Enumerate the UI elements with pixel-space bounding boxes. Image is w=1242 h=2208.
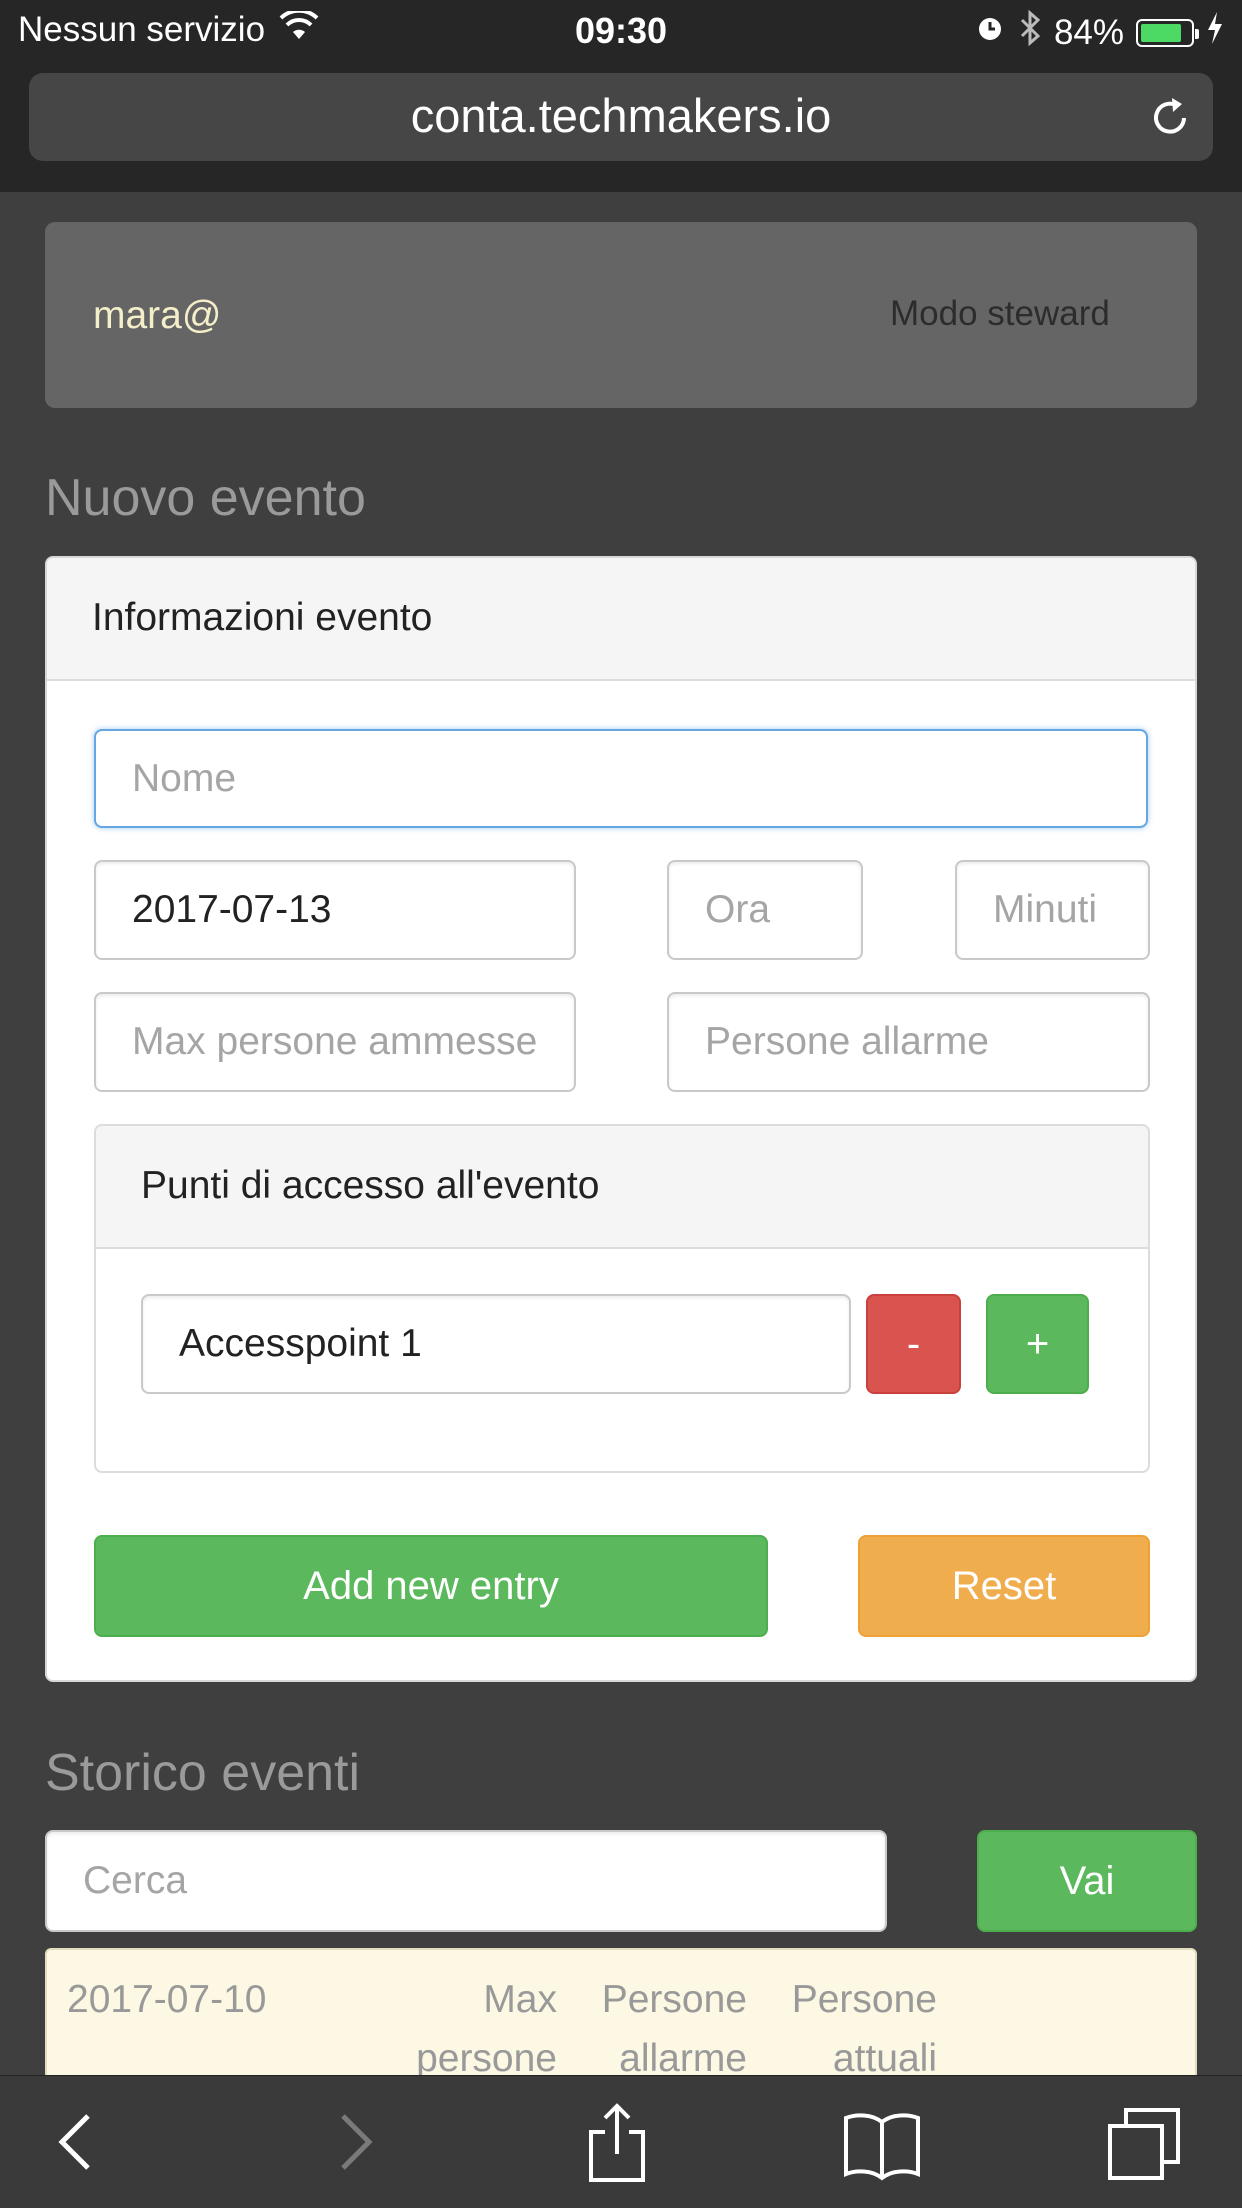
bluetooth-icon (1018, 9, 1042, 55)
reset-button[interactable]: Reset (858, 1535, 1150, 1637)
status-right: 84% (974, 9, 1224, 55)
url-text[interactable]: conta.techmakers.io (0, 88, 1242, 143)
history-row[interactable]: 2017-07-10 Max persone Persone allarme P… (45, 1948, 1197, 2088)
event-date-input[interactable]: 2017-07-13 (94, 860, 576, 960)
share-icon[interactable] (577, 2102, 657, 2182)
alarm-people-input[interactable]: Persone allarme (667, 992, 1150, 1092)
card-title: Informazioni evento (92, 596, 433, 639)
username[interactable]: mara@ (93, 294, 221, 338)
max-people-input[interactable]: Max persone ammesse (94, 992, 576, 1092)
remove-access-point-button[interactable]: - (866, 1294, 961, 1394)
event-name-input[interactable]: Nome (94, 729, 1148, 828)
steward-mode-link[interactable]: Modo steward (890, 294, 1110, 334)
add-new-entry-button[interactable]: Add new entry (94, 1535, 768, 1637)
access-points-panel: Punti di accesso all'evento Accesspoint … (94, 1124, 1150, 1473)
event-info-card: Informazioni evento Nome 2017-07-13 Ora … (45, 556, 1197, 1682)
back-icon[interactable] (38, 2102, 118, 2182)
history-col-current-line1: Persone (791, 1978, 937, 2021)
history-col-max-people: Max persone (347, 1970, 557, 2086)
alarm-clock-icon (974, 12, 1006, 53)
history-col-current: Persone attuali (737, 1970, 937, 2086)
history-date: 2017-07-10 (67, 1978, 267, 2021)
event-hour-input[interactable]: Ora (667, 860, 863, 960)
add-access-point-button[interactable]: + (986, 1294, 1089, 1394)
access-points-title: Punti di accesso all'evento (141, 1164, 600, 1207)
event-minute-input[interactable]: Minuti (955, 860, 1150, 960)
search-go-button[interactable]: Vai (977, 1830, 1197, 1932)
tabs-icon[interactable] (1104, 2102, 1184, 2182)
history-col-max-line1: Max (483, 1978, 557, 2021)
history-col-alarm: Persone allarme (547, 1970, 747, 2086)
access-point-input[interactable]: Accesspoint 1 (141, 1294, 851, 1394)
new-event-title: Nuovo evento (45, 469, 366, 527)
forward-icon[interactable] (313, 2102, 393, 2182)
bookmarks-icon[interactable] (842, 2102, 922, 2182)
charging-icon (1206, 12, 1224, 53)
reload-icon[interactable] (1144, 92, 1196, 144)
history-search-input[interactable]: Cerca (45, 1830, 887, 1932)
history-col-alarm-line1: Persone (601, 1978, 747, 2021)
history-title: Storico eventi (45, 1744, 361, 1802)
battery-icon (1136, 18, 1199, 47)
battery-percent: 84% (1053, 12, 1124, 52)
